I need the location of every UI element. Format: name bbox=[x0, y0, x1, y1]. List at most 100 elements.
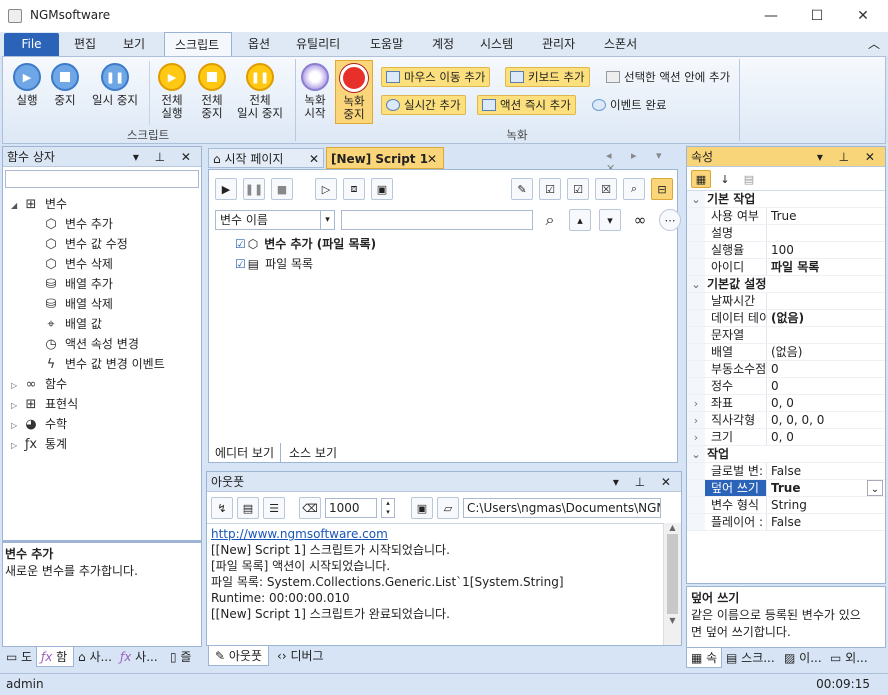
collapsed-icon[interactable]: ▷ bbox=[11, 396, 23, 416]
step-play-icon[interactable]: ▷ bbox=[315, 178, 337, 200]
tab-user1[interactable]: ⌂ 사... bbox=[74, 647, 116, 667]
property-row[interactable]: 날짜시간 bbox=[687, 293, 885, 310]
property-category[interactable]: ⌄ 기본 작업 bbox=[687, 191, 885, 208]
property-row[interactable]: 실행율 100 bbox=[687, 242, 885, 259]
close-button[interactable]: ✕ bbox=[840, 0, 886, 32]
tree-item[interactable]: ▷ ◕ 수학 bbox=[3, 414, 201, 434]
property-value[interactable]: 0, 0 bbox=[767, 395, 885, 411]
property-row[interactable]: 플레이어 : False bbox=[687, 514, 885, 531]
menu-sponsor[interactable]: 스폰서 bbox=[594, 32, 647, 56]
arrow-up-icon[interactable]: ▴ bbox=[569, 209, 591, 231]
property-value[interactable] bbox=[767, 293, 885, 309]
panel-header-buttons[interactable]: ▾ ⊥ ✕ bbox=[133, 147, 197, 167]
stop-icon[interactable]: ■ bbox=[271, 178, 293, 200]
menu-admin[interactable]: 관리자 bbox=[532, 32, 585, 56]
property-category[interactable]: ⌄ 작업 bbox=[687, 446, 885, 463]
expander-icon[interactable]: ⌄ bbox=[687, 446, 705, 462]
tab-functions[interactable]: ƒx 함 bbox=[36, 647, 74, 667]
tree-item[interactable]: ⬡ 변수 삭제 bbox=[3, 254, 201, 274]
stop-button[interactable]: 중지 bbox=[47, 63, 83, 107]
tab-toolbox[interactable]: ▭ 도 bbox=[2, 647, 36, 667]
search-icon[interactable]: ⌕ bbox=[623, 178, 645, 200]
file-menu[interactable]: File bbox=[4, 33, 59, 56]
play-icon[interactable]: ▶ bbox=[215, 178, 237, 200]
filter-search-input[interactable] bbox=[341, 210, 533, 230]
property-row[interactable]: 글로벌 변: False bbox=[687, 463, 885, 480]
property-row[interactable]: 설명 bbox=[687, 225, 885, 242]
document-settings-icon[interactable]: ▤ bbox=[237, 497, 259, 519]
tree-item[interactable]: ◷ 액션 속성 변경 bbox=[3, 334, 201, 354]
property-row[interactable]: 아이디 파일 목록 bbox=[687, 259, 885, 276]
collapsed-icon[interactable]: ▷ bbox=[11, 376, 23, 396]
output-scrollbar[interactable]: ▲ ▼ bbox=[663, 523, 681, 645]
menu-system[interactable]: 시스템 bbox=[470, 32, 523, 56]
property-value[interactable]: False bbox=[767, 514, 885, 530]
all-run-button[interactable]: ▶ 전체 실행 bbox=[153, 63, 191, 120]
tab-user2[interactable]: ƒx 사... bbox=[116, 647, 166, 667]
property-row[interactable]: 문자열 bbox=[687, 327, 885, 344]
property-value[interactable]: String bbox=[767, 497, 885, 513]
clear-icon[interactable]: ↯ bbox=[211, 497, 233, 519]
eraser-icon[interactable]: ⌫ bbox=[299, 497, 321, 519]
property-row[interactable]: 배열 (없음) bbox=[687, 344, 885, 361]
tree-item[interactable]: ⬡ 변수 추가 bbox=[3, 214, 201, 234]
expanded-icon[interactable]: ◢ bbox=[11, 196, 23, 216]
run-button[interactable]: ▶ 실행 bbox=[9, 63, 45, 107]
pause-button[interactable]: ❚❚ 일시 중지 bbox=[85, 63, 145, 107]
close-tab-icon[interactable]: ✕ bbox=[309, 149, 319, 169]
property-row[interactable]: 데이터 테이 (없음) bbox=[687, 310, 885, 327]
record-start-button[interactable]: 녹화 시작 bbox=[299, 63, 331, 120]
action-checkbox[interactable]: ☑ bbox=[235, 237, 246, 251]
expander-icon[interactable]: › bbox=[687, 395, 705, 411]
check-icon[interactable]: ☑ bbox=[539, 178, 561, 200]
tab-output[interactable]: ✎ 아웃풋 bbox=[208, 646, 270, 666]
script-action-item[interactable]: ☑ ⬡ 변수 추가 (파일 목록) bbox=[233, 234, 376, 254]
tree-item[interactable]: ⛁ 배열 삭제 bbox=[3, 294, 201, 314]
arrow-down-icon[interactable]: ▾ bbox=[599, 209, 621, 231]
property-value[interactable]: False bbox=[767, 463, 885, 479]
tree-item[interactable]: ϟ 변수 값 변경 이벤트 bbox=[3, 354, 201, 374]
tree-view-icon[interactable]: ⊟ bbox=[651, 178, 673, 200]
output-path-field[interactable]: C:\Users\ngmas\Documents\NGM6\ bbox=[463, 498, 661, 518]
property-row[interactable]: 변수 형식 String bbox=[687, 497, 885, 514]
tree-item[interactable]: ⌖ 배열 값 bbox=[3, 314, 201, 334]
menu-account[interactable]: 계정 bbox=[422, 32, 464, 56]
save-icon[interactable]: ▣ bbox=[411, 497, 433, 519]
scrollbar-thumb[interactable] bbox=[667, 534, 678, 614]
tab-images[interactable]: ▨ 이... bbox=[780, 648, 826, 668]
property-value[interactable] bbox=[767, 225, 885, 241]
property-pages-icon[interactable]: ▤ bbox=[739, 170, 759, 188]
menu-options[interactable]: 옵션 bbox=[238, 32, 280, 56]
property-category[interactable]: ⌄ 기본값 설정 bbox=[687, 276, 885, 293]
tree-item[interactable]: ▷ ∞ 함수 bbox=[3, 374, 201, 394]
tab-new-script-1[interactable]: [New] Script 1 ✕ bbox=[326, 147, 444, 169]
filter-select[interactable]: 변수 이름 ▾ bbox=[215, 210, 335, 230]
property-row[interactable]: 덮어 쓰기 True ⌄ bbox=[687, 480, 885, 497]
expander-icon[interactable]: › bbox=[687, 412, 705, 428]
more-icon[interactable]: ⋯ bbox=[659, 209, 681, 231]
website-link[interactable]: http://www.ngmsoftware.com bbox=[211, 527, 388, 541]
panel-header-buttons[interactable]: ▾ ⊥ ✕ bbox=[817, 147, 881, 167]
property-value[interactable]: 0 bbox=[767, 378, 885, 394]
tree-item[interactable]: ⬡ 변수 값 수정 bbox=[3, 234, 201, 254]
infinity-icon[interactable]: ∞ bbox=[629, 209, 651, 231]
step-over-icon[interactable]: ▣ bbox=[371, 178, 393, 200]
add-in-selected-action-button[interactable]: 선택한 액션 안에 추가 bbox=[601, 67, 735, 87]
tree-item[interactable]: ◢ ⊞ 변수 bbox=[3, 194, 201, 214]
add-keyboard-button[interactable]: 키보드 추가 bbox=[505, 67, 590, 87]
check-outline-icon[interactable]: ☑ bbox=[567, 178, 589, 200]
property-value[interactable]: (없음) bbox=[767, 344, 885, 360]
property-row[interactable]: › 좌표 0, 0 bbox=[687, 395, 885, 412]
expander-icon[interactable]: › bbox=[687, 429, 705, 445]
property-row[interactable]: › 크기 0, 0 bbox=[687, 429, 885, 446]
instant-action-add-button[interactable]: 액션 즉시 추가 bbox=[477, 95, 576, 115]
property-value[interactable]: 파일 목록 bbox=[767, 259, 885, 275]
tab-start-page[interactable]: ⌂ 시작 페이지 ✕ bbox=[208, 148, 324, 168]
pause-icon[interactable]: ❚❚ bbox=[243, 178, 265, 200]
line-count-input[interactable]: 1000 bbox=[325, 498, 377, 518]
record-stop-button[interactable]: 녹화 중지 bbox=[335, 60, 373, 124]
property-value[interactable]: 0, 0 bbox=[767, 429, 885, 445]
panel-header-buttons[interactable]: ▾ ⊥ ✕ bbox=[613, 472, 677, 492]
property-value[interactable]: True bbox=[767, 480, 867, 496]
tab-script-explorer[interactable]: ▤ 스크... bbox=[722, 648, 780, 668]
